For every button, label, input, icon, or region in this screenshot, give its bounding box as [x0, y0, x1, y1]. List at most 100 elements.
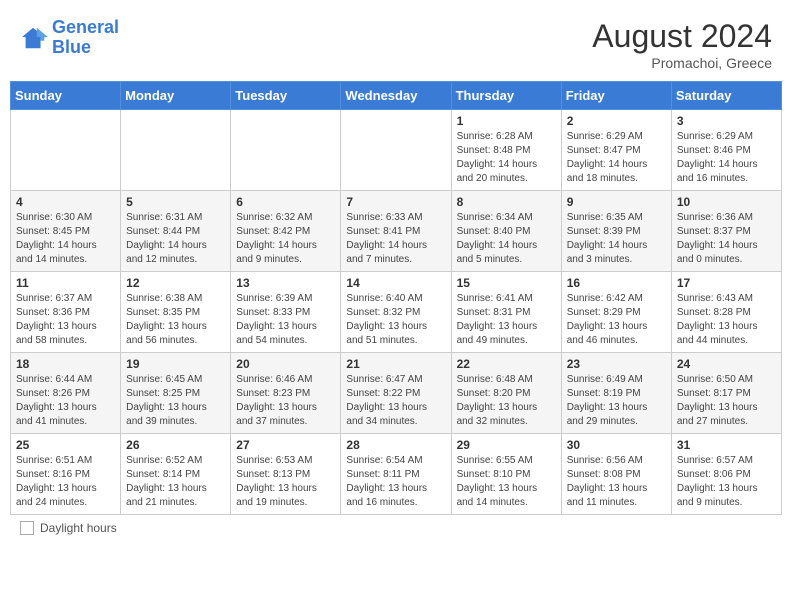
calendar-cell: 28 Sunrise: 6:54 AMSunset: 8:11 PMDayligh…	[341, 434, 451, 515]
day-info: Sunrise: 6:53 AMSunset: 8:13 PMDaylight:…	[236, 454, 335, 510]
calendar-cell	[341, 110, 451, 191]
calendar-cell: 21 Sunrise: 6:47 AMSunset: 8:22 PMDayligh…	[341, 353, 451, 434]
day-info: Sunrise: 6:51 AMSunset: 8:16 PMDaylight:…	[16, 454, 115, 510]
calendar-week-row: 1 Sunrise: 6:28 AMSunset: 8:48 PMDaylight…	[11, 110, 782, 191]
calendar-cell: 18Sunrise: 6:44 AMSunset: 8:26 PMDayligh…	[11, 353, 121, 434]
month-year-title: August 2024	[592, 18, 772, 55]
calendar-week-row: 25 Sunrise: 6:51 AMSunset: 8:16 PMDayligh…	[11, 434, 782, 515]
day-number: 19	[126, 357, 225, 371]
calendar-cell: 27Sunrise: 6:53 AMSunset: 8:13 PMDayligh…	[231, 434, 341, 515]
logo-line1: General	[52, 17, 119, 37]
day-number: 22	[457, 357, 556, 371]
day-info: Sunrise: 6:54 AMSunset: 8:11 PMDaylight:…	[346, 454, 445, 510]
day-info: Sunrise: 6:35 AMSunset: 8:39 PMDaylight:…	[567, 211, 666, 267]
calendar-cell: 29 Sunrise: 6:55 AMSunset: 8:10 PMDayligh…	[451, 434, 561, 515]
day-number: 8	[457, 195, 556, 209]
day-info: Sunrise: 6:41 AMSunset: 8:31 PMDaylight:…	[457, 292, 556, 348]
day-info: Sunrise: 6:43 AMSunset: 8:28 PMDaylight:…	[677, 292, 776, 348]
day-number: 25	[16, 438, 115, 452]
day-number: 28	[346, 438, 445, 452]
day-info: Sunrise: 6:39 AMSunset: 8:33 PMDaylight:…	[236, 292, 335, 348]
day-number: 21	[346, 357, 445, 371]
day-info: Sunrise: 6:38 AMSunset: 8:35 PMDaylight:…	[126, 292, 225, 348]
calendar-body: 1 Sunrise: 6:28 AMSunset: 8:48 PMDaylight…	[11, 110, 782, 515]
calendar-cell: 19 Sunrise: 6:45 AMSunset: 8:25 PMDayligh…	[121, 353, 231, 434]
day-info: Sunrise: 6:44 AMSunset: 8:26 PMDaylight:…	[16, 373, 115, 429]
calendar-week-row: 18Sunrise: 6:44 AMSunset: 8:26 PMDayligh…	[11, 353, 782, 434]
col-wednesday: Wednesday	[341, 82, 451, 110]
day-number: 17	[677, 276, 776, 290]
location-subtitle: Promachoi, Greece	[592, 55, 772, 71]
day-info: Sunrise: 6:29 AMSunset: 8:46 PMDaylight:…	[677, 130, 776, 186]
legend-box	[20, 521, 34, 535]
day-number: 2	[567, 114, 666, 128]
calendar-cell: 22 Sunrise: 6:48 AMSunset: 8:20 PMDayligh…	[451, 353, 561, 434]
col-monday: Monday	[121, 82, 231, 110]
day-number: 20	[236, 357, 335, 371]
day-number: 10	[677, 195, 776, 209]
calendar-cell: 11Sunrise: 6:37 AMSunset: 8:36 PMDayligh…	[11, 272, 121, 353]
day-info: Sunrise: 6:37 AMSunset: 8:36 PMDaylight:…	[16, 292, 115, 348]
day-info: Sunrise: 6:55 AMSunset: 8:10 PMDaylight:…	[457, 454, 556, 510]
day-info: Sunrise: 6:28 AMSunset: 8:48 PMDaylight:…	[457, 130, 556, 186]
logo: General Blue	[20, 18, 119, 58]
day-number: 9	[567, 195, 666, 209]
day-number: 30	[567, 438, 666, 452]
calendar-cell: 7 Sunrise: 6:33 AMSunset: 8:41 PMDaylight…	[341, 191, 451, 272]
calendar-cell: 16Sunrise: 6:42 AMSunset: 8:29 PMDayligh…	[561, 272, 671, 353]
calendar-header-row: Sunday Monday Tuesday Wednesday Thursday…	[11, 82, 782, 110]
page-header: General Blue August 2024 Promachoi, Gree…	[10, 10, 782, 75]
day-info: Sunrise: 6:45 AMSunset: 8:25 PMDaylight:…	[126, 373, 225, 429]
day-number: 3	[677, 114, 776, 128]
day-number: 6	[236, 195, 335, 209]
day-number: 12	[126, 276, 225, 290]
calendar-cell: 3 Sunrise: 6:29 AMSunset: 8:46 PMDaylight…	[671, 110, 781, 191]
day-info: Sunrise: 6:52 AMSunset: 8:14 PMDaylight:…	[126, 454, 225, 510]
calendar-cell: 24Sunrise: 6:50 AMSunset: 8:17 PMDayligh…	[671, 353, 781, 434]
day-info: Sunrise: 6:34 AMSunset: 8:40 PMDaylight:…	[457, 211, 556, 267]
day-info: Sunrise: 6:40 AMSunset: 8:32 PMDaylight:…	[346, 292, 445, 348]
day-number: 15	[457, 276, 556, 290]
legend: Daylight hours	[10, 521, 782, 535]
calendar-week-row: 4Sunrise: 6:30 AMSunset: 8:45 PMDaylight…	[11, 191, 782, 272]
day-info: Sunrise: 6:48 AMSunset: 8:20 PMDaylight:…	[457, 373, 556, 429]
calendar-cell: 8 Sunrise: 6:34 AMSunset: 8:40 PMDaylight…	[451, 191, 561, 272]
calendar-cell	[11, 110, 121, 191]
calendar-cell: 26Sunrise: 6:52 AMSunset: 8:14 PMDayligh…	[121, 434, 231, 515]
day-number: 14	[346, 276, 445, 290]
calendar-cell	[231, 110, 341, 191]
calendar-cell: 12 Sunrise: 6:38 AMSunset: 8:35 PMDayligh…	[121, 272, 231, 353]
calendar-week-row: 11Sunrise: 6:37 AMSunset: 8:36 PMDayligh…	[11, 272, 782, 353]
day-number: 1	[457, 114, 556, 128]
col-sunday: Sunday	[11, 82, 121, 110]
calendar-cell: 10Sunrise: 6:36 AMSunset: 8:37 PMDayligh…	[671, 191, 781, 272]
day-number: 29	[457, 438, 556, 452]
day-number: 24	[677, 357, 776, 371]
calendar-cell: 2 Sunrise: 6:29 AMSunset: 8:47 PMDaylight…	[561, 110, 671, 191]
day-info: Sunrise: 6:33 AMSunset: 8:41 PMDaylight:…	[346, 211, 445, 267]
calendar-table: Sunday Monday Tuesday Wednesday Thursday…	[10, 81, 782, 515]
day-info: Sunrise: 6:31 AMSunset: 8:44 PMDaylight:…	[126, 211, 225, 267]
title-block: August 2024 Promachoi, Greece	[592, 18, 772, 71]
page-container: General Blue August 2024 Promachoi, Gree…	[10, 10, 782, 535]
day-number: 31	[677, 438, 776, 452]
calendar-cell: 1 Sunrise: 6:28 AMSunset: 8:48 PMDaylight…	[451, 110, 561, 191]
day-info: Sunrise: 6:56 AMSunset: 8:08 PMDaylight:…	[567, 454, 666, 510]
calendar-cell: 25 Sunrise: 6:51 AMSunset: 8:16 PMDayligh…	[11, 434, 121, 515]
logo-text: General Blue	[52, 18, 119, 58]
day-info: Sunrise: 6:47 AMSunset: 8:22 PMDaylight:…	[346, 373, 445, 429]
calendar-cell: 13Sunrise: 6:39 AMSunset: 8:33 PMDayligh…	[231, 272, 341, 353]
day-info: Sunrise: 6:30 AMSunset: 8:45 PMDaylight:…	[16, 211, 115, 267]
calendar-cell	[121, 110, 231, 191]
col-thursday: Thursday	[451, 82, 561, 110]
col-friday: Friday	[561, 82, 671, 110]
calendar-cell: 6 Sunrise: 6:32 AMSunset: 8:42 PMDaylight…	[231, 191, 341, 272]
day-number: 5	[126, 195, 225, 209]
day-info: Sunrise: 6:29 AMSunset: 8:47 PMDaylight:…	[567, 130, 666, 186]
day-info: Sunrise: 6:32 AMSunset: 8:42 PMDaylight:…	[236, 211, 335, 267]
col-saturday: Saturday	[671, 82, 781, 110]
calendar-cell: 30 Sunrise: 6:56 AMSunset: 8:08 PMDayligh…	[561, 434, 671, 515]
day-number: 7	[346, 195, 445, 209]
legend-label: Daylight hours	[40, 521, 117, 535]
day-info: Sunrise: 6:46 AMSunset: 8:23 PMDaylight:…	[236, 373, 335, 429]
